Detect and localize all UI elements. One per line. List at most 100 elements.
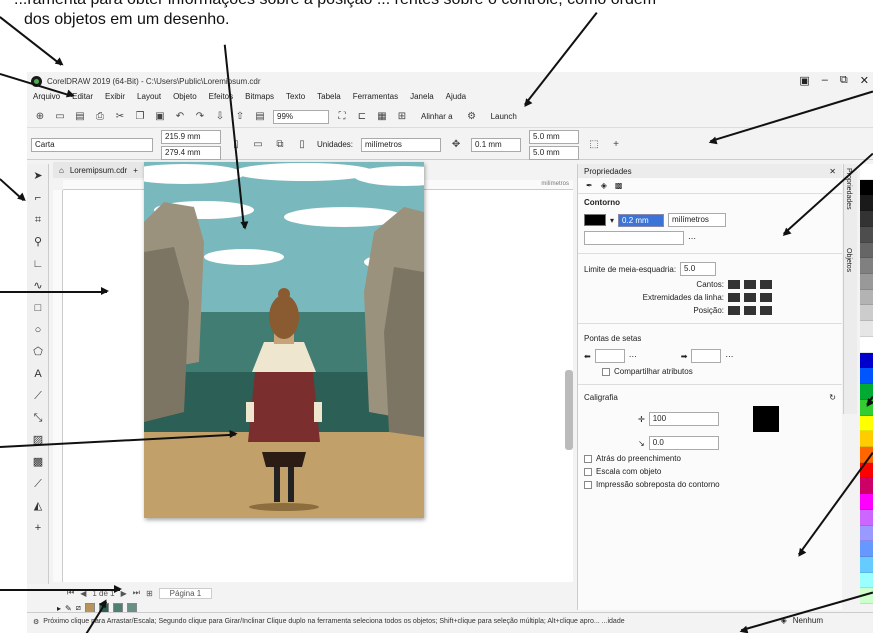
- units-select[interactable]: milímetros: [361, 137, 442, 152]
- show-grid-icon[interactable]: ▦: [375, 110, 389, 124]
- menu-ajuda[interactable]: Ajuda: [446, 92, 466, 106]
- palette-swatch-4[interactable]: [860, 226, 873, 243]
- palette-swatch-26[interactable]: [860, 572, 873, 589]
- start-arrow-more-icon[interactable]: ⋯: [629, 352, 637, 361]
- undo-icon[interactable]: ↶: [173, 110, 187, 124]
- fill-bucket-icon[interactable]: ◈: [601, 181, 607, 190]
- outline-color-picker[interactable]: [584, 214, 606, 226]
- line-style-more-icon[interactable]: ⋯: [688, 234, 696, 243]
- butt-cap-icon[interactable]: [728, 293, 740, 302]
- palette-swatch-0[interactable]: [860, 164, 873, 180]
- status-gear-icon[interactable]: ⚙: [33, 618, 39, 626]
- cut-icon[interactable]: ✂: [113, 110, 127, 124]
- bevel-corner-icon[interactable]: [760, 280, 772, 289]
- text-tool-icon[interactable]: A: [30, 366, 46, 382]
- interactive-fill-icon[interactable]: ◭: [30, 498, 46, 514]
- minimize-button[interactable]: –: [822, 74, 828, 87]
- docker-close-icon[interactable]: ✕: [829, 167, 836, 176]
- full-screen-icon[interactable]: ⛶: [335, 110, 349, 124]
- outline-color-dropdown-icon[interactable]: ▾: [610, 216, 614, 225]
- rectangle-tool-icon[interactable]: □: [30, 300, 46, 316]
- palette-swatch-23[interactable]: [860, 525, 873, 542]
- menu-objeto[interactable]: Objeto: [173, 92, 197, 106]
- artwork-illustration[interactable]: [144, 162, 424, 518]
- menu-bitmaps[interactable]: Bitmaps: [245, 92, 274, 106]
- launch-dropdown[interactable]: Launch: [485, 112, 523, 121]
- center-position-icon[interactable]: [744, 306, 756, 315]
- overprint-checkbox[interactable]: [584, 480, 592, 489]
- palette-swatch-11[interactable]: [860, 336, 873, 353]
- import-icon[interactable]: ⇩: [213, 110, 227, 124]
- share-attributes-checkbox[interactable]: [602, 367, 610, 376]
- palette-swatch-2[interactable]: [860, 195, 873, 212]
- duplicate-x-input[interactable]: 5.0 mm: [529, 129, 580, 144]
- vertical-ruler[interactable]: [53, 190, 63, 582]
- palette-swatch-17[interactable]: [860, 431, 873, 447]
- palette-swatch-9[interactable]: [860, 305, 873, 322]
- add-page-icon[interactable]: ⊞: [146, 589, 153, 598]
- menu-janela[interactable]: Janela: [410, 92, 434, 106]
- publish-pdf-icon[interactable]: ▤: [253, 110, 267, 124]
- add-tool-plus-icon[interactable]: +: [30, 520, 46, 536]
- parallel-dimension-icon[interactable]: ⟋: [30, 388, 46, 404]
- end-arrow-more-icon[interactable]: ⋯: [725, 352, 733, 361]
- crop-tool-icon[interactable]: ⌗: [30, 212, 46, 228]
- menu-layout[interactable]: Layout: [137, 92, 161, 106]
- add-toolbar-plus-icon[interactable]: +: [609, 138, 623, 152]
- learn-icon[interactable]: ▣: [799, 74, 809, 87]
- export-icon[interactable]: ⇧: [233, 110, 247, 124]
- polygon-tool-icon[interactable]: ⬠: [30, 344, 46, 360]
- page-1-tab[interactable]: Página 1: [158, 587, 213, 599]
- outline-width-input[interactable]: 0.2 mm: [618, 213, 665, 227]
- behind-fill-checkbox[interactable]: [584, 454, 592, 463]
- palette-swatch-12[interactable]: [860, 352, 873, 369]
- duplicate-y-input[interactable]: 5.0 mm: [529, 145, 580, 160]
- eyedropper-tool-icon[interactable]: ⟋: [30, 476, 46, 492]
- reset-icon[interactable]: ↻: [829, 393, 836, 402]
- zoom-level-input[interactable]: 99%: [273, 109, 329, 124]
- palette-swatch-3[interactable]: [860, 211, 873, 227]
- open-icon[interactable]: ▭: [53, 110, 67, 124]
- palette-swatch-24[interactable]: [860, 541, 873, 557]
- palette-swatch-1[interactable]: [860, 179, 873, 196]
- palette-swatch-13[interactable]: [860, 368, 873, 385]
- menu-arquivo[interactable]: Arquivo: [33, 92, 60, 106]
- all-pages-icon[interactable]: ⧉: [273, 138, 287, 152]
- freehand-tool-icon[interactable]: ∟: [30, 256, 46, 272]
- palette-swatch-22[interactable]: [860, 509, 873, 526]
- new-tab-plus-icon[interactable]: +: [133, 166, 138, 175]
- align-to-dropdown[interactable]: Alinhar a: [415, 112, 459, 121]
- palette-swatch-8[interactable]: [860, 289, 873, 306]
- show-rulers-icon[interactable]: ⊏: [355, 110, 369, 124]
- page-width-input[interactable]: 215.9 mm: [161, 129, 221, 144]
- zoom-tool-icon[interactable]: ⚲: [30, 234, 46, 250]
- paste-icon[interactable]: ▣: [153, 110, 167, 124]
- outside-position-icon[interactable]: [728, 306, 740, 315]
- transparency-icon[interactable]: ▩: [615, 181, 623, 190]
- palette-swatch-21[interactable]: [860, 494, 873, 510]
- page-size-select[interactable]: Carta: [31, 137, 153, 152]
- new-document-icon[interactable]: ⊕: [33, 110, 47, 124]
- menu-texto[interactable]: Texto: [286, 92, 305, 106]
- connector-tool-icon[interactable]: ⤡: [30, 410, 46, 426]
- tab-objetos[interactable]: Objetos: [844, 244, 853, 276]
- palette-swatch-6[interactable]: [860, 258, 873, 275]
- start-arrowhead-select[interactable]: [594, 349, 625, 363]
- copy-icon[interactable]: ❐: [133, 110, 147, 124]
- treat-as-filled-icon[interactable]: ⬚: [587, 138, 601, 152]
- outline-pen-icon[interactable]: ✒: [586, 181, 593, 190]
- line-style-select[interactable]: [584, 231, 684, 245]
- miter-input[interactable]: 5.0: [680, 262, 717, 276]
- stretch-input[interactable]: 100: [648, 412, 719, 426]
- nib-shape-preview[interactable]: [752, 406, 779, 432]
- options-gear-icon[interactable]: ⚙: [465, 110, 479, 124]
- palette-swatch-16[interactable]: [860, 415, 873, 432]
- pick-tool-icon[interactable]: ➤: [30, 168, 46, 184]
- menu-exibir[interactable]: Exibir: [105, 92, 125, 106]
- inside-position-icon[interactable]: [760, 306, 772, 315]
- save-icon[interactable]: ▤: [73, 110, 87, 124]
- menu-ferramentas[interactable]: Ferramentas: [353, 92, 398, 106]
- snap-icon[interactable]: ⊞: [395, 110, 409, 124]
- page-height-input[interactable]: 279.4 mm: [161, 145, 221, 160]
- square-cap-icon[interactable]: [760, 293, 772, 302]
